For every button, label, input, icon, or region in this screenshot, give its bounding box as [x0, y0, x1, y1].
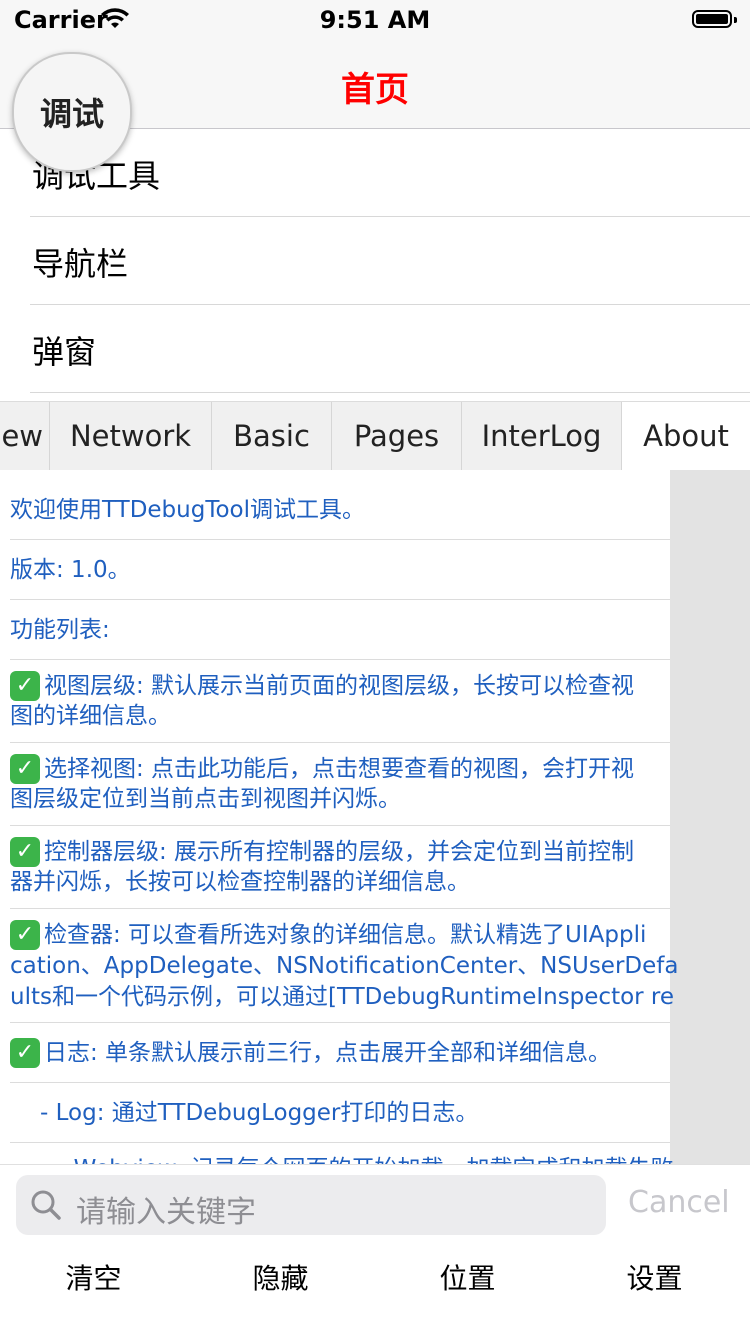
feature-list-title: 功能列表:	[10, 617, 110, 643]
divider	[10, 1022, 670, 1023]
feature-line: 选择视图: 点击此功能后，点击想要查看的视图，会打开视	[44, 756, 635, 782]
check-icon: ✓	[10, 920, 40, 950]
search-icon	[31, 1190, 61, 1220]
feature-line: 器并闪烁，长按可以检查控制器的详细信息。	[10, 869, 470, 895]
about-content[interactable]: 欢迎使用TTDebugTool调试工具。 版本: 1.0。 功能列表: ✓ 视图层…	[0, 470, 750, 1164]
tab-network[interactable]: Network	[50, 402, 212, 470]
menu-item-popup[interactable]: 弹窗	[0, 305, 750, 393]
tab-interlog[interactable]: InterLog	[462, 402, 622, 470]
feature-select-view: ✓ 选择视图: 点击此功能后，点击想要查看的视图，会打开视	[10, 754, 740, 784]
tab-view[interactable]: ew	[0, 402, 50, 470]
feature-inspector: ✓ 检查器: 可以查看所选对象的详细信息。默认精选了UIAppli	[10, 920, 740, 950]
webview-item: - Webview: 记录每个网页的开始加载、加载完成和加载失败	[58, 1154, 750, 1164]
menu-item-label: 弹窗	[32, 333, 97, 371]
cancel-button[interactable]: Cancel	[628, 1185, 730, 1220]
clear-button[interactable]: 清空	[0, 1257, 187, 1297]
position-button[interactable]: 位置	[374, 1257, 561, 1297]
clock: 9:51 AM	[319, 6, 431, 34]
feature-view-hierarchy: ✓ 视图层级: 默认展示当前页面的视图层级，长按可以检查视	[10, 671, 740, 701]
feature-line: 日志: 单条默认展示前三行，点击展开全部和详细信息。	[44, 1040, 612, 1066]
tab-pages[interactable]: Pages	[332, 402, 462, 470]
feature-line: 视图层级: 默认展示当前页面的视图层级，长按可以检查视	[44, 673, 635, 699]
check-icon: ✓	[10, 1038, 40, 1068]
hide-button[interactable]: 隐藏	[187, 1257, 374, 1297]
divider	[10, 908, 670, 909]
feature-line: 图层级定位到当前点击到视图并闪烁。	[10, 786, 401, 812]
divider	[10, 659, 670, 660]
debug-tabs: ew Network Basic Pages InterLog About	[0, 401, 750, 471]
divider	[10, 742, 670, 743]
log-item: - Log: 通过TTDebugLogger打印的日志。	[40, 1100, 479, 1126]
check-icon: ✓	[10, 837, 40, 867]
feature-controller-hierarchy: ✓ 控制器层级: 展示所有控制器的层级，并会定位到当前控制	[10, 837, 740, 867]
settings-button[interactable]: 设置	[561, 1257, 748, 1297]
menu-item-label: 导航栏	[32, 245, 129, 283]
feature-log: ✓ 日志: 单条默认展示前三行，点击展开全部和详细信息。	[10, 1038, 740, 1068]
divider	[10, 1142, 670, 1143]
divider	[10, 1082, 670, 1083]
bottom-panel: 请输入关键字 Cancel 清空 隐藏 位置 设置	[0, 1164, 750, 1335]
tab-basic[interactable]: Basic	[212, 402, 332, 470]
search-input[interactable]: 请输入关键字	[16, 1175, 606, 1235]
menu-item-navbar[interactable]: 导航栏	[0, 217, 750, 305]
feature-line: ults和一个代码示例，可以通过[TTDebugRuntimeInspector…	[10, 984, 675, 1010]
welcome-text: 欢迎使用TTDebugTool调试工具。	[10, 497, 366, 523]
debug-float-button[interactable]: 调试	[12, 52, 132, 172]
check-icon: ✓	[10, 671, 40, 701]
tab-about[interactable]: About	[622, 402, 750, 470]
divider	[10, 539, 670, 540]
battery-icon	[692, 10, 737, 28]
divider	[10, 599, 670, 600]
feature-line: cation、AppDelegate、NSNotificationCenter、…	[10, 953, 679, 979]
check-icon: ✓	[10, 754, 40, 784]
menu-list: 调试工具 导航栏 弹窗	[0, 129, 750, 393]
feature-line: 控制器层级: 展示所有控制器的层级，并会定位到当前控制	[44, 839, 635, 865]
divider	[30, 392, 750, 393]
search-placeholder: 请输入关键字	[76, 1195, 256, 1230]
version-text: 版本: 1.0。	[10, 557, 131, 583]
status-bar: Carrier 9:51 AM	[0, 0, 750, 40]
feature-line: 检查器: 可以查看所选对象的详细信息。默认精选了UIAppli	[44, 922, 647, 948]
feature-line: 图的详细信息。	[10, 703, 171, 729]
divider	[10, 825, 670, 826]
